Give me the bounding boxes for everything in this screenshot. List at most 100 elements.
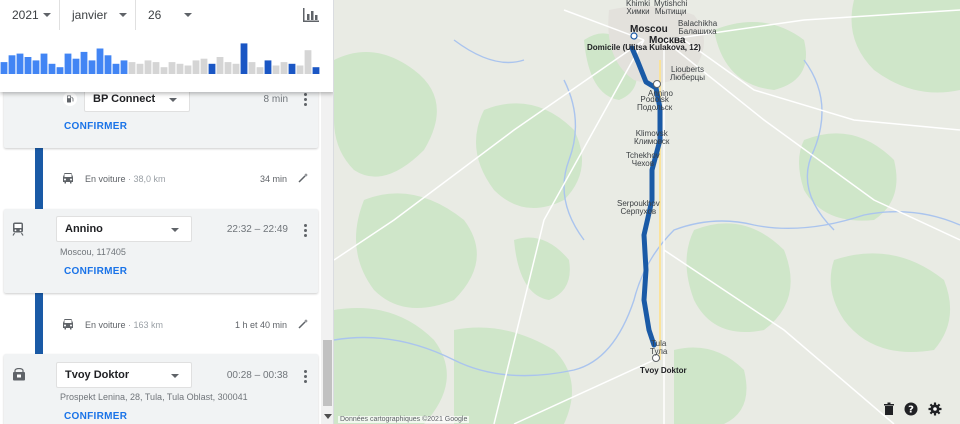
map-label-podolsk: Podolsk Подольск <box>637 95 673 112</box>
histogram-bar[interactable] <box>144 60 152 74</box>
map-label-tchekhov: Tchekhov Чехов <box>626 151 660 168</box>
confirm-button[interactable]: CONFIRMER <box>64 266 127 277</box>
year-select[interactable]: 2021 <box>0 0 60 30</box>
histogram-bar[interactable] <box>288 63 296 74</box>
leg-mode: En voiture <box>85 320 126 330</box>
stop-duration: 8 min <box>263 94 288 105</box>
chevron-down-icon <box>184 13 192 17</box>
histogram-bar[interactable] <box>24 57 32 74</box>
more-options-icon[interactable] <box>304 370 308 385</box>
gear-icon[interactable] <box>928 402 942 416</box>
magic-wand-icon[interactable] <box>297 318 309 330</box>
leg-duration: 34 min <box>259 174 287 184</box>
month-select[interactable]: janvier <box>60 0 136 30</box>
trash-icon[interactable] <box>882 402 896 416</box>
place-select-tvoy-doktor[interactable]: Tvoy Doktor <box>56 362 192 388</box>
histogram-bar[interactable] <box>168 62 176 74</box>
leg-description: En voiture · 38,0 km <box>85 174 166 184</box>
histogram-bar[interactable] <box>104 55 112 74</box>
histogram-bar[interactable] <box>200 58 208 74</box>
date-selector-bar: 2021 janvier 26 <box>0 0 333 92</box>
histogram-bar[interactable] <box>256 67 264 74</box>
month-value: janvier <box>72 8 108 22</box>
timeline-app: 2021 janvier 26 BP Connect 8 min CONFIRM… <box>0 0 960 424</box>
histogram-bar[interactable] <box>136 63 144 74</box>
histogram-bar[interactable] <box>176 63 184 74</box>
map-attribution: Données cartographiques ©2021 Google <box>338 416 470 423</box>
histogram-bar[interactable] <box>56 67 64 74</box>
histogram-bar[interactable] <box>296 65 304 75</box>
map-label-tula: Tula Тула <box>650 339 668 356</box>
histogram-bar[interactable] <box>280 62 288 74</box>
magic-wand-icon[interactable] <box>297 172 309 184</box>
scroll-down-arrow-icon[interactable] <box>324 414 332 419</box>
more-options-icon[interactable] <box>304 224 308 239</box>
chevron-down-icon <box>169 98 177 102</box>
histogram-bar[interactable] <box>184 65 192 75</box>
histogram-bar[interactable] <box>152 62 160 74</box>
histogram-bar[interactable] <box>312 67 320 74</box>
leg-description: En voiture · 163 km <box>85 320 163 330</box>
histogram-bar[interactable] <box>32 60 40 74</box>
histogram-bar[interactable] <box>0 62 8 74</box>
histogram-bar[interactable] <box>224 62 232 74</box>
histogram-bar[interactable] <box>112 63 120 74</box>
map-view[interactable]: Moscou Москва Khimki Химки Mytishchi Мытищ… <box>334 0 960 424</box>
bar-chart-icon[interactable] <box>302 7 320 23</box>
histogram-bar[interactable] <box>208 63 216 74</box>
histogram-bar[interactable] <box>72 58 80 74</box>
year-value: 2021 <box>12 8 39 22</box>
confirm-button[interactable]: CONFIRMER <box>64 121 127 132</box>
place-card-bp-connect: BP Connect 8 min CONFIRMER <box>4 84 318 148</box>
leg-distance: · 38,0 km <box>125 174 166 184</box>
histogram-bar[interactable] <box>40 53 48 74</box>
histogram-bar[interactable] <box>248 62 256 74</box>
leg-distance: · 163 km <box>125 320 164 330</box>
histogram-bar[interactable] <box>64 53 72 74</box>
histogram-bar[interactable] <box>88 60 96 74</box>
chevron-down-icon <box>171 228 179 232</box>
place-card-annino: Annino 22:32 – 22:49 Moscou, 117405 CONF… <box>4 209 318 293</box>
place-select-annino[interactable]: Annino <box>56 216 192 242</box>
day-select[interactable]: 26 <box>136 0 200 30</box>
help-icon[interactable]: ? <box>904 402 918 416</box>
leg-mode: En voiture <box>85 174 126 184</box>
svg-text:?: ? <box>908 405 914 416</box>
histogram-bar[interactable] <box>80 51 88 74</box>
place-address: Moscou, 117405 <box>60 247 126 257</box>
map-label-home: Domicile (Ulitsa Kulakova, 12) <box>587 43 701 52</box>
map-label-khimki: Khimki Химки <box>626 0 651 16</box>
car-icon <box>63 319 73 330</box>
histogram-bar[interactable] <box>96 48 104 75</box>
histogram-bar[interactable] <box>240 43 248 74</box>
place-name: Annino <box>65 223 103 235</box>
chevron-down-icon <box>171 374 179 378</box>
chevron-down-icon <box>119 13 127 17</box>
map-label-klimovsk: Klimovsk Климовск <box>634 129 670 146</box>
stop-marker[interactable] <box>653 80 661 88</box>
more-options-icon[interactable] <box>304 93 308 108</box>
gas-station-icon <box>63 92 77 106</box>
histogram-bar[interactable] <box>264 60 272 74</box>
confirm-button[interactable]: CONFIRMER <box>64 411 127 422</box>
stop-time-range: 00:28 – 00:38 <box>226 370 288 381</box>
timeline-panel: 2021 janvier 26 BP Connect 8 min CONFIRM… <box>0 0 334 424</box>
map-label-balachikha: Balachikha Балашиха <box>678 19 718 36</box>
map-label-tvoy-doktor: Tvoy Doktor <box>640 366 687 375</box>
histogram-bar[interactable] <box>192 60 200 74</box>
panel-scrollbar[interactable] <box>321 88 333 424</box>
histogram-bar[interactable] <box>232 63 240 74</box>
histogram-bar[interactable] <box>216 57 224 74</box>
day-activity-histogram[interactable] <box>0 38 320 74</box>
histogram-bar[interactable] <box>128 62 136 74</box>
histogram-bar[interactable] <box>304 50 312 74</box>
place-name: BP Connect <box>93 93 156 105</box>
histogram-bar[interactable] <box>160 67 168 74</box>
place-card-tvoy-doktor: Tvoy Doktor 00:28 – 00:38 Prospekt Lenin… <box>4 354 318 424</box>
histogram-bar[interactable] <box>48 63 56 74</box>
histogram-bar[interactable] <box>8 55 16 74</box>
histogram-bar[interactable] <box>272 65 280 75</box>
scrollbar-thumb[interactable] <box>323 340 332 406</box>
histogram-bar[interactable] <box>120 60 128 74</box>
histogram-bar[interactable] <box>16 53 24 74</box>
